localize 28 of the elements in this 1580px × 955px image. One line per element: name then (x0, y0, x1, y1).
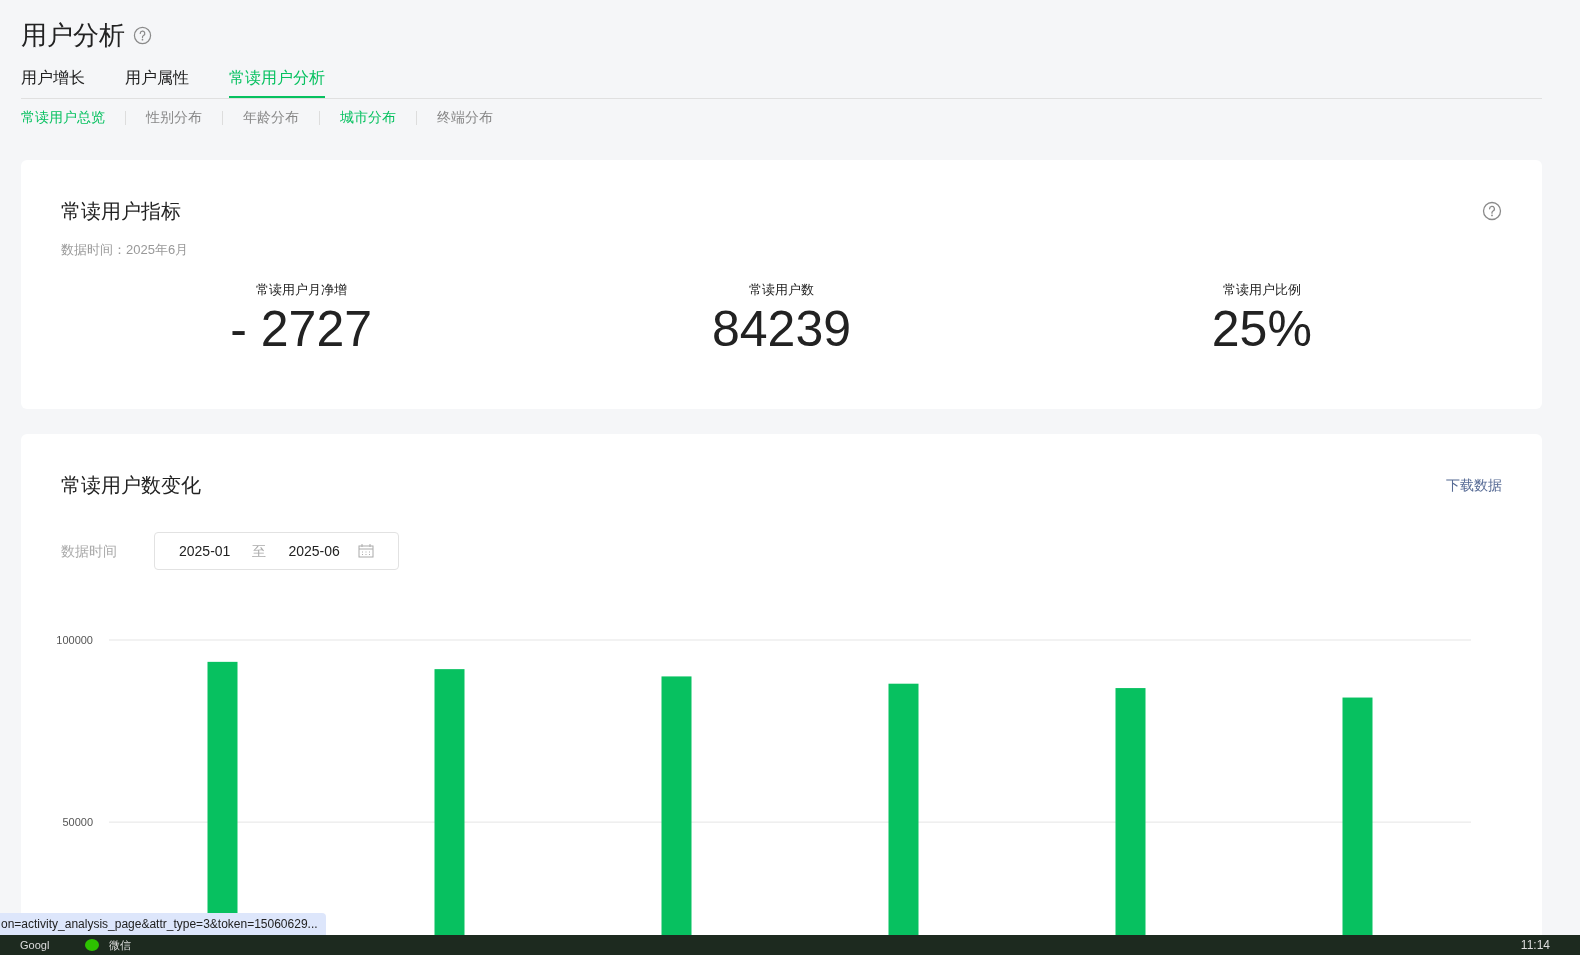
metric-value: 84239 (711, 300, 851, 359)
date-label: 数据时间 (61, 541, 118, 561)
help-icon[interactable] (133, 25, 152, 45)
tab[interactable]: 用户属性 (125, 66, 189, 98)
axis-tick-label: 50000 (62, 816, 93, 829)
metric-label: 常读用户月净增 (255, 280, 347, 299)
axis-tick-label: 100000 (56, 634, 93, 646)
metric-label: 常读用户比例 (1222, 280, 1301, 299)
sub-tab[interactable]: 终端分布 (437, 107, 493, 128)
metric-label: 常读用户数 (749, 280, 814, 299)
calendar-icon (358, 544, 374, 558)
taskbar-item[interactable]: 微信 (109, 936, 132, 954)
status-url: on=activity_analysis_page&attr_type=3&token=15060629... (0, 913, 326, 935)
sub-tab[interactable]: 性别分布 (146, 107, 202, 128)
help-icon[interactable] (1482, 201, 1502, 221)
sub-tab[interactable]: 年龄分布 (243, 107, 299, 128)
card-title: 常读用户数变化 (61, 473, 201, 498)
page-title: 用户分析 (21, 18, 125, 52)
card-title: 常读用户指标 (61, 199, 181, 224)
tab[interactable]: 用户增长 (21, 66, 85, 98)
chat-icon[interactable] (85, 938, 102, 952)
taskbar-item[interactable]: Googl (20, 936, 50, 954)
taskbar-clock: 11:14 (1520, 937, 1550, 954)
metric-value: - 2727 (230, 300, 373, 359)
date-range-field[interactable]: 2025-01 至 2025-06 (154, 532, 399, 570)
metric-value: 25% (1211, 300, 1312, 359)
download-link[interactable]: 下载数据 (1446, 474, 1502, 496)
data-time-text: 数据时间：2025年6月 (61, 241, 190, 259)
